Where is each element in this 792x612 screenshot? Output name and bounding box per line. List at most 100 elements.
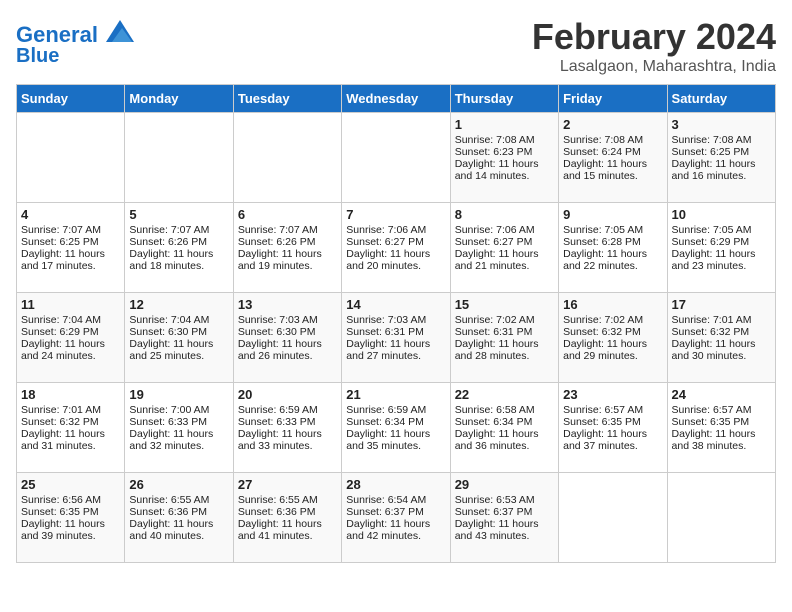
day-number: 13 — [238, 297, 337, 312]
day-number: 17 — [672, 297, 771, 312]
day-number: 18 — [21, 387, 120, 402]
day-number: 10 — [672, 207, 771, 222]
sunset-text: Sunset: 6:30 PM — [129, 326, 228, 338]
daylight-text: Daylight: 11 hours and 32 minutes. — [129, 428, 228, 452]
sunset-text: Sunset: 6:29 PM — [672, 236, 771, 248]
calendar-cell: 1 Sunrise: 7:08 AMSunset: 6:23 PMDaylight… — [450, 113, 558, 203]
daylight-text: Daylight: 11 hours and 19 minutes. — [238, 248, 337, 272]
calendar-cell: 13Sunrise: 7:03 AMSunset: 6:30 PMDayligh… — [233, 293, 341, 383]
weekday-header-friday: Friday — [559, 85, 667, 113]
calendar-cell: 7Sunrise: 7:06 AMSunset: 6:27 PMDaylight… — [342, 203, 450, 293]
sunrise-text: Sunrise: 7:00 AM — [129, 404, 228, 416]
calendar-cell: 4Sunrise: 7:07 AMSunset: 6:25 PMDaylight… — [17, 203, 125, 293]
daylight-text: Daylight: 11 hours and 27 minutes. — [346, 338, 445, 362]
calendar-cell: 16Sunrise: 7:02 AMSunset: 6:32 PMDayligh… — [559, 293, 667, 383]
daylight-text: Daylight: 11 hours and 33 minutes. — [238, 428, 337, 452]
sunrise-text: Sunrise: 6:59 AM — [238, 404, 337, 416]
sunrise-text: Sunrise: 6:55 AM — [129, 494, 228, 506]
sunset-text: Sunset: 6:28 PM — [563, 236, 662, 248]
day-number: 5 — [129, 207, 228, 222]
week-row-3: 11Sunrise: 7:04 AMSunset: 6:29 PMDayligh… — [17, 293, 776, 383]
day-number: 6 — [238, 207, 337, 222]
day-number: 12 — [129, 297, 228, 312]
sunrise-text: Sunrise: 7:03 AM — [238, 314, 337, 326]
sunset-text: Sunset: 6:32 PM — [21, 416, 120, 428]
weekday-header-saturday: Saturday — [667, 85, 775, 113]
day-number: 1 — [455, 117, 554, 132]
sunrise-text: Sunrise: 7:02 AM — [455, 314, 554, 326]
day-number: 26 — [129, 477, 228, 492]
day-number: 3 — [672, 117, 771, 132]
sunrise-text: Sunrise: 7:05 AM — [672, 224, 771, 236]
weekday-header-row: SundayMondayTuesdayWednesdayThursdayFrid… — [17, 85, 776, 113]
sunset-text: Sunset: 6:34 PM — [455, 416, 554, 428]
calendar-cell: 2Sunrise: 7:08 AMSunset: 6:24 PMDaylight… — [559, 113, 667, 203]
calendar-cell: 29Sunrise: 6:53 AMSunset: 6:37 PMDayligh… — [450, 473, 558, 563]
location-subtitle: Lasalgaon, Maharashtra, India — [532, 58, 776, 76]
sunset-text: Sunset: 6:25 PM — [21, 236, 120, 248]
daylight-text: Daylight: 11 hours and 38 minutes. — [672, 428, 771, 452]
sunset-text: Sunset: 6:25 PM — [672, 146, 771, 158]
calendar-cell: 26Sunrise: 6:55 AMSunset: 6:36 PMDayligh… — [125, 473, 233, 563]
daylight-text: Daylight: 11 hours and 36 minutes. — [455, 428, 554, 452]
calendar-cell: 24Sunrise: 6:57 AMSunset: 6:35 PMDayligh… — [667, 383, 775, 473]
week-row-4: 18Sunrise: 7:01 AMSunset: 6:32 PMDayligh… — [17, 383, 776, 473]
calendar-cell: 10Sunrise: 7:05 AMSunset: 6:29 PMDayligh… — [667, 203, 775, 293]
weekday-header-sunday: Sunday — [17, 85, 125, 113]
calendar-cell — [125, 113, 233, 203]
sunset-text: Sunset: 6:29 PM — [21, 326, 120, 338]
calendar-cell: 15Sunrise: 7:02 AMSunset: 6:31 PMDayligh… — [450, 293, 558, 383]
daylight-text: Daylight: 11 hours and 21 minutes. — [455, 248, 554, 272]
sunrise-text: Sunrise: 7:07 AM — [129, 224, 228, 236]
title-area: February 2024 Lasalgaon, Maharashtra, In… — [532, 16, 776, 76]
day-number: 19 — [129, 387, 228, 402]
sunset-text: Sunset: 6:23 PM — [455, 146, 554, 158]
sunset-text: Sunset: 6:32 PM — [672, 326, 771, 338]
sunset-text: Sunset: 6:34 PM — [346, 416, 445, 428]
sunrise-text: Sunrise: 7:03 AM — [346, 314, 445, 326]
sunset-text: Sunset: 6:35 PM — [563, 416, 662, 428]
sunset-text: Sunset: 6:24 PM — [563, 146, 662, 158]
daylight-text: Daylight: 11 hours and 35 minutes. — [346, 428, 445, 452]
daylight-text: Daylight: 11 hours and 37 minutes. — [563, 428, 662, 452]
logo-text2: Blue — [16, 45, 134, 67]
daylight-text: Daylight: 11 hours and 16 minutes. — [672, 158, 771, 182]
logo: General Blue — [16, 20, 134, 67]
sunset-text: Sunset: 6:36 PM — [129, 506, 228, 518]
calendar-cell: 23Sunrise: 6:57 AMSunset: 6:35 PMDayligh… — [559, 383, 667, 473]
calendar-cell: 20Sunrise: 6:59 AMSunset: 6:33 PMDayligh… — [233, 383, 341, 473]
calendar-cell: 17Sunrise: 7:01 AMSunset: 6:32 PMDayligh… — [667, 293, 775, 383]
day-number: 21 — [346, 387, 445, 402]
logo-icon — [106, 20, 134, 42]
daylight-text: Daylight: 11 hours and 30 minutes. — [672, 338, 771, 362]
sunset-text: Sunset: 6:33 PM — [238, 416, 337, 428]
sunrise-text: Sunrise: 7:04 AM — [21, 314, 120, 326]
week-row-1: 1Sunrise: 7:08 AMSunset: 6:23 PMDaylight… — [17, 113, 776, 203]
sunrise-text: Sunrise: 6:57 AM — [563, 404, 662, 416]
week-row-2: 4Sunrise: 7:07 AMSunset: 6:25 PMDaylight… — [17, 203, 776, 293]
weekday-header-monday: Monday — [125, 85, 233, 113]
daylight-text: Daylight: 11 hours and 14 minutes. — [455, 158, 554, 182]
day-number: 7 — [346, 207, 445, 222]
daylight-text: Daylight: 11 hours and 17 minutes. — [21, 248, 120, 272]
sunset-text: Sunset: 6:26 PM — [238, 236, 337, 248]
weekday-header-thursday: Thursday — [450, 85, 558, 113]
daylight-text: Daylight: 11 hours and 20 minutes. — [346, 248, 445, 272]
sunrise-text: Sunrise: 7:05 AM — [563, 224, 662, 236]
day-number: 9 — [563, 207, 662, 222]
calendar-table: SundayMondayTuesdayWednesdayThursdayFrid… — [16, 84, 776, 563]
sunrise-text: Sunrise: 7:08 AM — [455, 134, 554, 146]
calendar-cell: 21Sunrise: 6:59 AMSunset: 6:34 PMDayligh… — [342, 383, 450, 473]
sunset-text: Sunset: 6:32 PM — [563, 326, 662, 338]
sunrise-text: Sunrise: 7:04 AM — [129, 314, 228, 326]
sunrise-text: Sunrise: 7:08 AM — [563, 134, 662, 146]
daylight-text: Daylight: 11 hours and 43 minutes. — [455, 518, 554, 542]
calendar-cell — [342, 113, 450, 203]
sunset-text: Sunset: 6:27 PM — [346, 236, 445, 248]
sunset-text: Sunset: 6:37 PM — [455, 506, 554, 518]
weekday-header-wednesday: Wednesday — [342, 85, 450, 113]
page-header: General Blue February 2024 Lasalgaon, Ma… — [16, 16, 776, 76]
daylight-text: Daylight: 11 hours and 22 minutes. — [563, 248, 662, 272]
sunrise-text: Sunrise: 7:07 AM — [238, 224, 337, 236]
day-number: 29 — [455, 477, 554, 492]
